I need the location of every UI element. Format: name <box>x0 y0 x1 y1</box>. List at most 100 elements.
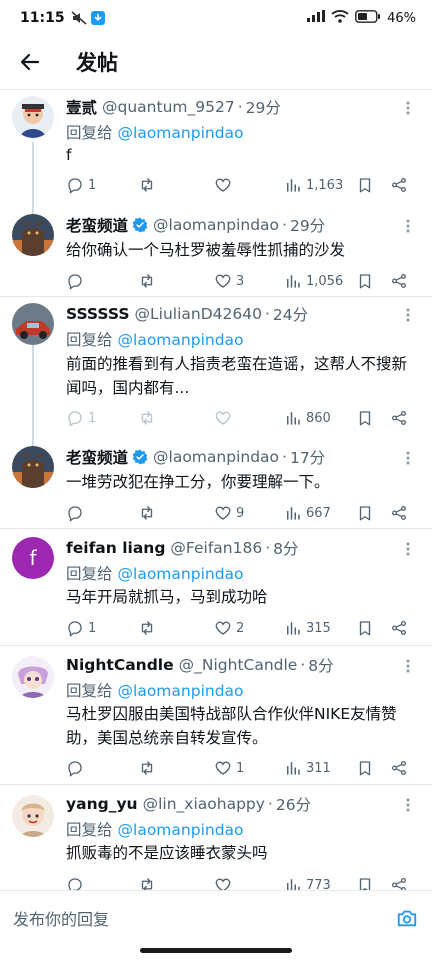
more-vertical-icon[interactable] <box>400 541 416 557</box>
like-button[interactable]: 9 <box>214 504 244 522</box>
mention-link[interactable]: @laomanpindao <box>118 821 244 839</box>
post-item[interactable]: 老蛮频道 @laomanpindao · 29分 给你确认一个马杜罗被羞辱性抓捕… <box>0 206 432 296</box>
reply-context: 回复给 @laomanpindao <box>66 331 244 349</box>
reply-icon <box>68 411 82 427</box>
retweet-button[interactable] <box>138 272 160 290</box>
heart-icon <box>215 506 231 520</box>
post-text: 给你确认一个马杜罗被羞辱性抓捕的沙发 <box>66 241 346 259</box>
retweet-button[interactable] <box>138 504 160 522</box>
retweet-button[interactable] <box>138 409 160 427</box>
more-vertical-icon[interactable] <box>400 307 416 323</box>
views-button[interactable]: 667 <box>284 504 331 522</box>
bookmark-icon <box>359 878 371 890</box>
more-vertical-icon[interactable] <box>400 450 416 466</box>
retweet-button[interactable] <box>138 876 160 890</box>
post-item[interactable]: SSSSSS @LiulianD42640 · 24分 回复给 @laomanpi… <box>0 297 432 435</box>
reply-button[interactable]: 1 <box>66 409 96 427</box>
display-name[interactable]: 老蛮频道 <box>66 446 128 468</box>
reply-button[interactable]: 1 <box>66 619 96 637</box>
bookmark-icon <box>359 178 371 193</box>
avatar[interactable] <box>12 96 54 138</box>
mention-link[interactable]: @laomanpindao <box>118 565 244 583</box>
mention-link[interactable]: @laomanpindao <box>118 331 244 349</box>
like-button[interactable] <box>214 876 236 890</box>
share-button[interactable] <box>390 504 408 522</box>
views-button[interactable]: 1,056 <box>284 272 343 290</box>
share-button[interactable] <box>390 409 408 427</box>
avatar[interactable] <box>12 656 54 698</box>
avatar[interactable] <box>12 795 54 837</box>
status-time: 11:15 <box>20 10 65 26</box>
like-button[interactable] <box>214 409 236 427</box>
share-button[interactable] <box>390 759 408 777</box>
reply-button[interactable] <box>66 272 88 290</box>
display-name[interactable]: 壹贰 <box>66 96 97 118</box>
reply-context: 回复给 @laomanpindao <box>66 565 244 583</box>
more-vertical-icon[interactable] <box>400 218 416 234</box>
like-button[interactable]: 3 <box>214 272 244 290</box>
post-actions: 1 2 315 <box>66 617 418 639</box>
bookmark-button[interactable] <box>356 272 374 290</box>
views-button[interactable]: 1,163 <box>284 176 343 194</box>
share-button[interactable] <box>390 176 408 194</box>
reply-button[interactable] <box>66 759 88 777</box>
bookmark-button[interactable] <box>356 759 374 777</box>
like-button[interactable] <box>214 176 236 194</box>
like-button[interactable]: 1 <box>214 759 244 777</box>
bookmark-button[interactable] <box>356 876 374 890</box>
reply-button[interactable] <box>66 504 88 522</box>
share-button[interactable] <box>390 272 408 290</box>
more-vertical-icon[interactable] <box>400 797 416 813</box>
views-button[interactable]: 860 <box>284 409 331 427</box>
like-button[interactable]: 2 <box>214 619 244 637</box>
reply-button[interactable]: 1 <box>66 176 96 194</box>
verified-badge-icon <box>132 217 148 233</box>
arrow-left-icon[interactable] <box>18 50 42 74</box>
display-name[interactable]: SSSSSS <box>66 305 130 323</box>
reply-feed[interactable]: 壹贰 @quantum_9527 · 29分 回复给 @laomanpindao … <box>0 90 432 890</box>
post-item[interactable]: 老蛮频道 @laomanpindao · 17分 一堆劳改犯在挣工分，你要理解一… <box>0 440 432 528</box>
verified-badge-icon <box>132 449 148 465</box>
reply-composer[interactable]: 发布你的回复 <box>0 890 432 944</box>
user-handle: @quantum_9527 <box>102 98 235 116</box>
reply-input[interactable]: 发布你的回复 <box>13 906 109 930</box>
display-name[interactable]: NightCandle <box>66 656 174 674</box>
more-vertical-icon[interactable] <box>400 100 416 116</box>
more-vertical-icon[interactable] <box>400 658 416 674</box>
bookmark-button[interactable] <box>356 176 374 194</box>
share-button[interactable] <box>390 619 408 637</box>
share-button[interactable] <box>390 876 408 890</box>
share-icon <box>391 620 407 636</box>
retweet-icon <box>141 878 153 890</box>
avatar[interactable]: f <box>12 537 54 579</box>
home-indicator[interactable] <box>140 948 292 953</box>
post-item[interactable]: f feifan liang @Feifan186 · 8分 回复给 @laoma… <box>0 529 432 645</box>
post-actions: 3 1,056 <box>66 270 418 292</box>
post-text: 抓贩毒的不是应该睡衣蒙头吗 <box>66 844 268 862</box>
user-handle: @laomanpindao <box>153 216 280 234</box>
views-button[interactable]: 773 <box>284 876 331 890</box>
post-item[interactable]: NightCandle @_NightCandle · 8分 回复给 @laoma… <box>0 646 432 784</box>
reply-button[interactable] <box>66 876 88 890</box>
views-button[interactable]: 315 <box>284 619 331 637</box>
retweet-button[interactable] <box>138 619 160 637</box>
avatar[interactable] <box>12 214 54 256</box>
display-name[interactable]: 老蛮频道 <box>66 214 128 236</box>
camera-icon[interactable] <box>396 907 418 929</box>
display-name[interactable]: yang_yu <box>66 795 138 813</box>
retweet-button[interactable] <box>138 176 160 194</box>
avatar[interactable] <box>12 446 54 488</box>
bookmark-button[interactable] <box>356 619 374 637</box>
reply-icon <box>68 878 82 890</box>
display-name[interactable]: feifan liang <box>66 539 165 557</box>
post-header: SSSSSS @LiulianD42640 · 24分 <box>66 305 309 324</box>
bookmark-button[interactable] <box>356 409 374 427</box>
bookmark-button[interactable] <box>356 504 374 522</box>
mention-link[interactable]: @laomanpindao <box>118 682 244 700</box>
post-item[interactable]: yang_yu @lin_xiaohappy · 26分 回复给 @laomanp… <box>0 785 432 890</box>
retweet-button[interactable] <box>138 759 160 777</box>
views-icon <box>287 179 300 192</box>
views-button[interactable]: 311 <box>284 759 331 777</box>
mention-link[interactable]: @laomanpindao <box>118 124 244 142</box>
avatar[interactable] <box>12 303 54 345</box>
